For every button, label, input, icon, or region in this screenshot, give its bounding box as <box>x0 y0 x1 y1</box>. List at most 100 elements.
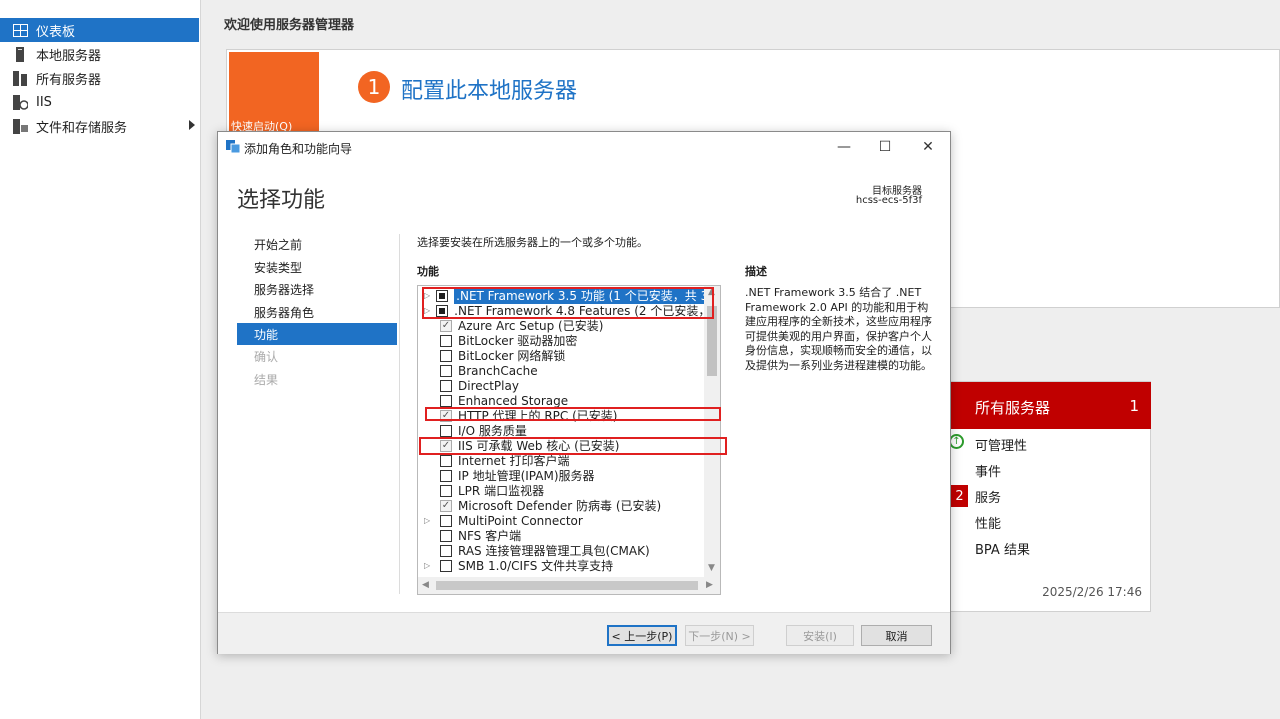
sidebar-item-file-storage[interactable]: 文件和存储服务 <box>0 114 199 138</box>
step-results: 结果 <box>254 372 279 387</box>
feature-label: Enhanced Storage <box>458 393 569 408</box>
tile-row-bpa[interactable]: BPA 结果 <box>975 539 1030 558</box>
feature-item[interactable]: LPR 端口监视器 <box>418 483 704 498</box>
cancel-button[interactable]: 取消 <box>861 625 932 646</box>
horizontal-scroll-thumb[interactable] <box>436 581 698 590</box>
feature-label: DirectPlay <box>458 378 519 393</box>
wizard-title: 添加角色和功能向导 <box>244 142 353 156</box>
feature-checkbox[interactable] <box>440 514 452 527</box>
feature-checkbox[interactable] <box>440 484 452 497</box>
scroll-down-icon[interactable]: ▼ <box>708 563 715 573</box>
feature-checkbox[interactable]: ✓ <box>440 499 452 512</box>
maximize-button[interactable]: ☐ <box>863 136 907 158</box>
step-server-selection[interactable]: 服务器选择 <box>237 278 397 300</box>
feature-item[interactable]: BranchCache <box>418 363 704 378</box>
configure-local-server-link[interactable]: 配置此本地服务器 <box>401 73 577 105</box>
add-roles-features-wizard: 添加角色和功能向导 — ☐ ✕ 选择功能 目标服务器 hcss-ecs-5f3f… <box>217 131 951 654</box>
sidebar-item-label: 仪表板 <box>36 24 76 40</box>
highlight-box-rpc <box>425 407 721 421</box>
feature-checkbox[interactable] <box>440 454 452 467</box>
all-servers-tile: 所有服务器 1 ↑ 可管理性 事件 2 服务 性能 BPA 结果 2025/2/… <box>949 381 1151 612</box>
step-confirmation: 确认 <box>254 349 279 364</box>
sidebar-item-label: IIS <box>36 94 52 110</box>
feature-item[interactable]: Enhanced Storage <box>418 393 704 408</box>
tile-row-manageability[interactable]: 可管理性 <box>975 435 1027 454</box>
feature-checkbox[interactable] <box>440 334 452 347</box>
feature-checkbox[interactable] <box>440 379 452 392</box>
server-icon <box>12 46 28 62</box>
tile-row-events[interactable]: 事件 <box>975 461 1001 480</box>
description-label: 描述 <box>745 265 767 278</box>
feature-label: Microsoft Defender 防病毒 (已安装) <box>458 499 662 513</box>
feature-item[interactable]: BitLocker 网络解锁 <box>418 348 704 363</box>
next-button: 下一步(N) > <box>685 625 754 646</box>
sidebar-item-all-servers[interactable]: 所有服务器 <box>0 66 199 90</box>
expand-arrow-icon[interactable]: ▷ <box>424 561 434 570</box>
steps-divider <box>399 234 400 594</box>
step-installation-type[interactable]: 安装类型 <box>237 256 397 278</box>
feature-checkbox[interactable]: ✓ <box>440 319 452 332</box>
feature-item[interactable]: Internet 打印客户端 <box>418 453 704 468</box>
feature-item[interactable]: BitLocker 驱动器加密 <box>418 333 704 348</box>
feature-item[interactable]: NFS 客户端 <box>418 528 704 543</box>
dashboard-icon <box>12 22 28 38</box>
servers-icon <box>12 70 28 86</box>
features-label: 功能 <box>417 265 439 278</box>
sidebar-item-iis[interactable]: IIS <box>0 90 199 114</box>
sidebar-item-dashboard[interactable]: 仪表板 <box>0 18 199 42</box>
install-button: 安装(I) <box>786 625 854 646</box>
services-alert-badge: 2 <box>951 485 968 507</box>
feature-label: SMB 1.0/CIFS 文件共享支持 <box>458 559 614 573</box>
minimize-button[interactable]: — <box>822 136 866 158</box>
wizard-footer: < 上一步(P) 下一步(N) > 安装(I) 取消 <box>218 612 950 654</box>
tile-header[interactable]: 所有服务器 1 <box>951 382 1151 429</box>
vertical-scrollbar[interactable]: ▲ ▼ <box>704 286 720 577</box>
feature-checkbox[interactable] <box>440 469 452 482</box>
wizard-heading: 选择功能 <box>237 188 326 213</box>
feature-checkbox[interactable] <box>440 394 452 407</box>
previous-button[interactable]: < 上一步(P) <box>607 625 677 646</box>
sidebar-item-local-server[interactable]: 本地服务器 <box>0 42 199 66</box>
feature-item[interactable]: RAS 连接管理器管理工具包(CMAK) <box>418 543 704 558</box>
feature-item[interactable]: ✓ Azure Arc Setup (已安装) <box>418 318 704 333</box>
feature-item[interactable]: DirectPlay <box>418 378 704 393</box>
sidebar-item-label: 所有服务器 <box>36 72 102 88</box>
feature-item[interactable]: I/O 服务质量 <box>418 423 704 438</box>
tile-row-performance[interactable]: 性能 <box>975 513 1001 532</box>
step-number-badge: 1 <box>358 71 390 103</box>
feature-label: BitLocker 网络解锁 <box>458 349 566 363</box>
tile-row-services[interactable]: 服务 <box>975 487 1001 506</box>
page-title: 欢迎使用服务器管理器 <box>224 18 355 33</box>
highlight-box-iis <box>419 437 727 455</box>
feature-checkbox[interactable] <box>440 424 452 437</box>
description-text: .NET Framework 3.5 结合了 .NET Framework 2.… <box>745 286 932 372</box>
feature-item[interactable]: ▷ SMB 1.0/CIFS 文件共享支持 <box>418 558 704 573</box>
feature-checkbox[interactable] <box>440 544 452 557</box>
feature-label: BranchCache <box>458 363 538 378</box>
expand-arrow-icon[interactable]: ▷ <box>424 516 434 525</box>
wizard-titlebar[interactable]: 添加角色和功能向导 — ☐ ✕ <box>218 132 950 162</box>
horizontal-scrollbar[interactable]: ◀ ▶ <box>418 577 720 594</box>
feature-checkbox[interactable] <box>440 364 452 377</box>
step-before-you-begin[interactable]: 开始之前 <box>237 233 397 255</box>
feature-item[interactable]: ▷ MultiPoint Connector <box>418 513 704 528</box>
close-button[interactable]: ✕ <box>906 136 950 158</box>
feature-checkbox[interactable] <box>440 529 452 542</box>
sidebar-item-label: 本地服务器 <box>36 48 102 64</box>
scroll-right-icon[interactable]: ▶ <box>706 580 713 590</box>
feature-item[interactable]: IP 地址管理(IPAM)服务器 <box>418 468 704 483</box>
sidebar-item-label: 文件和存储服务 <box>36 120 128 136</box>
iis-icon <box>12 94 28 110</box>
tile-count: 1 <box>1129 397 1139 415</box>
feature-checkbox[interactable] <box>440 559 452 572</box>
tile-timestamp: 2025/2/26 17:46 <box>1042 585 1142 599</box>
step-server-roles[interactable]: 服务器角色 <box>237 301 397 323</box>
sidebar: 仪表板 本地服务器 所有服务器 IIS 文件和存储服务 <box>0 0 201 719</box>
feature-item[interactable]: ✓ Microsoft Defender 防病毒 (已安装) <box>418 498 704 513</box>
scroll-left-icon[interactable]: ◀ <box>422 580 429 590</box>
step-features[interactable]: 功能 <box>237 323 397 345</box>
storage-icon <box>12 118 28 134</box>
feature-checkbox[interactable] <box>440 349 452 362</box>
expand-arrow-icon[interactable] <box>189 120 195 130</box>
tile-title: 所有服务器 <box>975 399 1051 417</box>
